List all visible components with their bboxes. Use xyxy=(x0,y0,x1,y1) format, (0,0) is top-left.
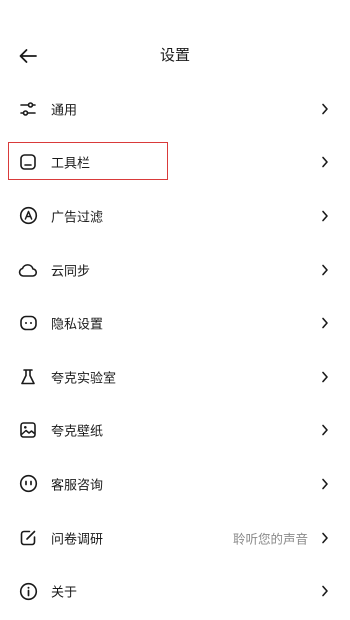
menu-item-label: 广告过滤 xyxy=(51,210,104,226)
edit-icon xyxy=(18,528,38,548)
info-icon xyxy=(18,581,38,601)
chevron-right-icon xyxy=(320,103,330,115)
menu-item-label: 云同步 xyxy=(51,264,91,280)
menu-item-ad-filter[interactable]: 广告过滤 xyxy=(0,189,350,243)
chevron-right-icon xyxy=(320,478,330,490)
settings-list: 通用 工具栏 广告过滤 云同步 隐私设置 夸克实验室 夸克壁纸 客服咨询 问卷调… xyxy=(0,82,350,618)
page-title: 设置 xyxy=(159,46,190,64)
menu-item-lab[interactable]: 夸克实验室 xyxy=(0,350,350,404)
menu-item-survey[interactable]: 问卷调研 聆听您的声音 xyxy=(0,511,350,565)
menu-item-label: 关于 xyxy=(51,585,78,601)
chevron-right-icon xyxy=(320,317,330,329)
menu-item-label: 工具栏 xyxy=(51,156,91,172)
cloud-icon xyxy=(18,260,38,280)
menu-item-label: 问卷调研 xyxy=(51,532,104,548)
flask-icon xyxy=(18,367,38,387)
menu-item-label: 夸克实验室 xyxy=(51,371,117,387)
ad-block-icon xyxy=(18,206,38,226)
menu-item-cloud-sync[interactable]: 云同步 xyxy=(0,243,350,297)
chevron-right-icon xyxy=(320,424,330,436)
menu-item-support[interactable]: 客服咨询 xyxy=(0,457,350,511)
menu-item-label: 隐私设置 xyxy=(51,317,104,333)
chevron-right-icon xyxy=(320,585,330,597)
support-icon xyxy=(18,474,38,494)
privacy-icon xyxy=(18,313,38,333)
menu-item-label: 夸克壁纸 xyxy=(51,424,104,440)
menu-item-wallpaper[interactable]: 夸克壁纸 xyxy=(0,404,350,458)
menu-item-toolbar[interactable]: 工具栏 xyxy=(0,136,350,190)
chevron-right-icon xyxy=(320,210,330,222)
toolbar-icon xyxy=(18,152,38,172)
menu-item-general[interactable]: 通用 xyxy=(0,82,350,136)
chevron-right-icon xyxy=(320,156,330,168)
menu-item-about[interactable]: 关于 xyxy=(0,564,350,618)
menu-item-value: 聆听您的声音 xyxy=(232,531,308,547)
menu-item-label: 通用 xyxy=(51,103,78,119)
menu-item-label: 客服咨询 xyxy=(51,478,104,494)
wallpaper-icon xyxy=(18,420,38,440)
sliders-icon xyxy=(18,99,38,119)
chevron-right-icon xyxy=(320,371,330,383)
chevron-right-icon xyxy=(320,532,330,544)
chevron-right-icon xyxy=(320,264,330,276)
menu-item-privacy[interactable]: 隐私设置 xyxy=(0,296,350,350)
